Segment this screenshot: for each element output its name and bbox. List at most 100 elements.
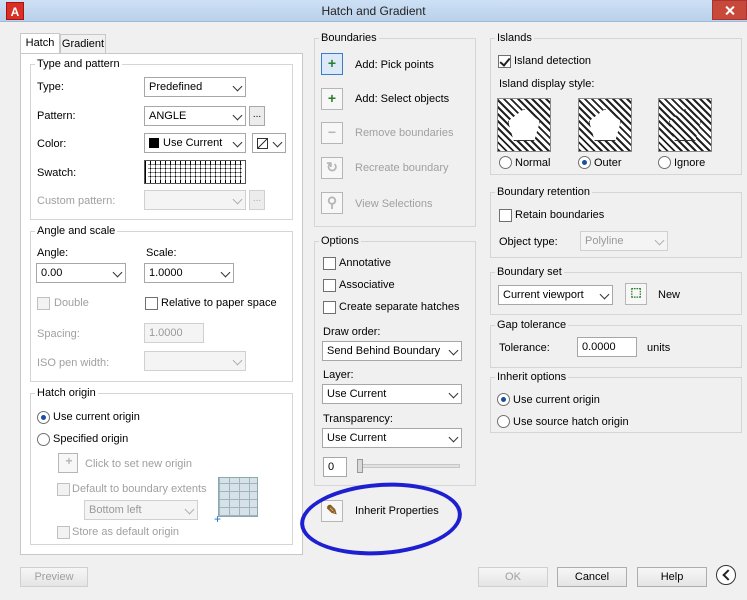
transparency-dropdown[interactable]: Use Current [322,428,462,448]
units-label: units [647,342,671,354]
chevron-down-icon [448,345,459,356]
swatch-preview[interactable] [144,160,246,184]
normal-style-icon[interactable] [497,98,551,152]
origin-position-dropdown[interactable]: Bottom left [84,500,198,520]
spacing-field[interactable]: 1.0000 [144,323,204,343]
outer-label: Outer [594,157,622,169]
type-dropdown[interactable]: Predefined [144,77,246,97]
annotative-checkbox[interactable] [323,257,336,270]
chevron-down-icon [654,235,665,246]
ok-button[interactable]: OK [478,567,548,587]
tolerance-label: Tolerance: [499,342,550,354]
double-checkbox[interactable] [37,297,50,310]
associative-checkbox[interactable] [323,279,336,292]
default-boundary-extents-checkbox[interactable] [57,483,70,496]
tab-hatch[interactable]: Hatch [20,33,60,55]
transparency-slider-thumb[interactable] [357,459,363,473]
annotative-label: Annotative [339,257,391,269]
help-button[interactable]: Help [637,567,707,587]
angle-dropdown[interactable]: 0.00 [36,263,126,283]
iso-pen-width-dropdown[interactable] [144,351,246,371]
crosshair-icon: + [65,454,73,468]
chevron-down-icon [232,137,243,148]
scale-dropdown[interactable]: 1.0000 [144,263,234,283]
tab-gradient[interactable]: Gradient [60,34,106,54]
island-detection-label: Island detection [514,55,592,67]
add-pick-points-button[interactable]: + [321,53,343,75]
options-group [314,241,476,486]
normal-label: Normal [515,157,551,169]
hatch-origin-heading: Hatch origin [35,387,98,399]
store-default-origin-checkbox[interactable] [57,526,70,539]
use-current-origin-label: Use current origin [53,411,140,423]
custom-pattern-browse-button[interactable]: ... [249,190,265,210]
default-boundary-extents-label: Default to boundary extents [72,483,207,495]
outer-radio[interactable] [578,156,591,169]
retain-boundaries-checkbox[interactable] [499,209,512,222]
add-pick-points-label: Add: Pick points [355,59,434,71]
chevron-down-icon [232,355,243,366]
cancel-button[interactable]: Cancel [557,567,627,587]
island-display-style-label: Island display style: [499,78,595,90]
relative-paper-space-checkbox[interactable] [145,297,158,310]
view-selections-button[interactable]: ⚲ [321,192,343,214]
draw-order-dropdown[interactable]: Send Behind Boundary [322,341,462,361]
custom-pattern-dropdown[interactable] [144,190,246,210]
island-detection-checkbox[interactable] [498,55,511,68]
separate-hatches-checkbox[interactable] [323,301,336,314]
use-current-origin-radio[interactable] [37,411,50,424]
pick-points-icon: + [327,55,337,71]
preview-button[interactable]: Preview [20,567,88,587]
click-set-origin-label: Click to set new origin [85,458,192,470]
ignore-radio[interactable] [658,156,671,169]
click-set-origin-button[interactable]: + [58,453,78,473]
pattern-dropdown[interactable]: ANGLE [144,106,246,126]
add-select-objects-button[interactable]: + [321,88,343,110]
boundaries-heading: Boundaries [319,32,379,44]
remove-boundaries-icon: − [327,124,337,140]
gap-tolerance-heading: Gap tolerance [495,319,569,331]
boundary-set-dropdown[interactable]: Current viewport [498,285,613,305]
background-color-dropdown[interactable] [252,133,286,153]
options-heading: Options [319,235,361,247]
transparency-slider[interactable] [358,464,460,468]
angle-label: Angle: [37,247,69,259]
magnifier-icon: ⚲ [326,194,338,210]
boundary-retention-heading: Boundary retention [495,186,592,198]
associative-label: Associative [339,279,395,291]
swatch-label: Swatch: [37,167,77,179]
inherit-use-current-label: Use current origin [513,394,600,406]
normal-radio[interactable] [499,156,512,169]
color-dropdown[interactable]: Use Current [144,133,246,153]
remove-boundaries-button[interactable]: − [321,122,343,144]
inherit-options-heading: Inherit options [495,371,569,383]
object-type-dropdown[interactable]: Polyline [580,231,668,251]
tolerance-field[interactable]: 0.0000 [577,337,637,357]
outer-style-icon[interactable] [578,98,632,152]
chevron-down-icon [448,388,459,399]
layer-dropdown[interactable]: Use Current [322,384,462,404]
chevron-down-icon [232,110,243,121]
recreate-boundary-button[interactable]: ↻ [321,157,343,179]
origin-marker-icon: + [214,512,222,526]
new-label: New [658,289,681,301]
specified-origin-radio[interactable] [37,433,50,446]
collapse-options-icon[interactable] [716,565,736,585]
angle-scale-heading: Angle and scale [35,225,118,237]
transparency-value-field[interactable]: 0 [323,457,347,477]
no-fill-icon [257,138,268,149]
inherit-use-current-radio[interactable] [497,393,510,406]
chevron-down-icon [232,194,243,205]
close-icon[interactable] [712,0,747,20]
draw-order-label: Draw order: [323,326,381,338]
new-boundary-set-button[interactable]: ⬚ [625,283,647,305]
boundary-set-heading: Boundary set [495,266,564,278]
inherit-use-source-radio[interactable] [497,415,510,428]
recreate-boundary-label: Recreate boundary [355,162,449,174]
remove-boundaries-label: Remove boundaries [355,127,454,139]
ignore-style-icon[interactable] [658,98,712,152]
chevron-down-icon [112,267,123,278]
color-label: Color: [37,138,67,150]
pattern-browse-button[interactable]: ... [249,106,265,126]
ignore-label: Ignore [674,157,706,169]
